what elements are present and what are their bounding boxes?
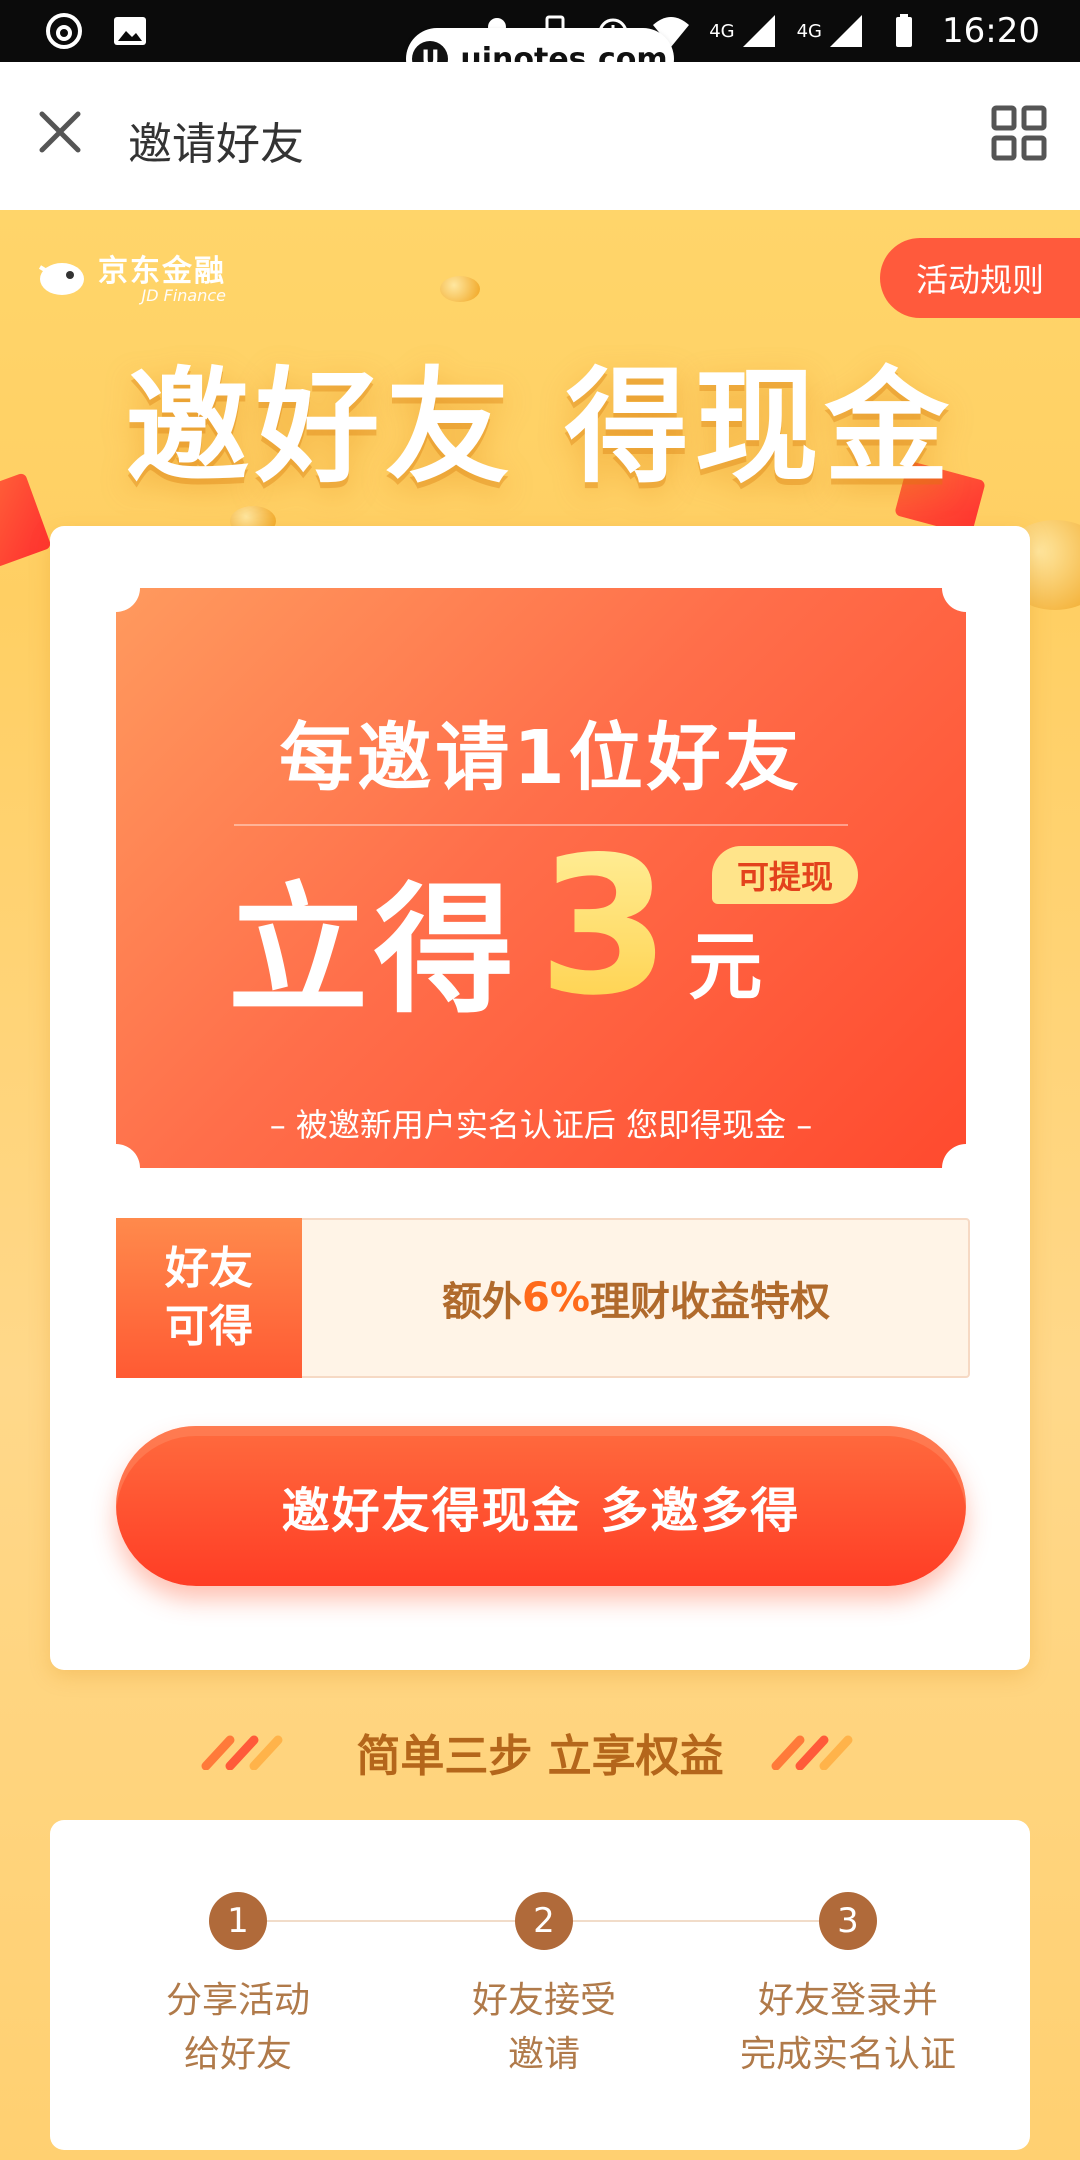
hero-section: 京东金融 JD Finance 活动规则 邀好友 得现金 每邀请1位好友 立得 …	[0, 210, 1080, 2160]
step-text: 好友接受 邀请	[394, 1974, 694, 2082]
ticket-notch	[92, 1144, 140, 1192]
reward-card: 每邀请1位好友 立得 3 元 可提现 – 被邀新用户实名认证后 您即得现金 – …	[50, 526, 1030, 1670]
step-text: 分享活动 给好友	[88, 1974, 388, 2082]
steps-title: 简单三步 立享权益	[356, 1731, 724, 1782]
brand-sub: JD Finance	[141, 286, 227, 305]
step-line1: 好友登录并	[757, 1980, 938, 2021]
step-number: 2	[515, 1892, 573, 1950]
step-line1: 好友接受	[471, 1980, 616, 2021]
ticket-notch	[942, 564, 990, 612]
network-label-1: 4G	[709, 20, 735, 42]
step-number: 1	[209, 1892, 267, 1950]
step-2: 2 好友接受 邀请	[394, 1892, 694, 2082]
reward-unit: 元	[688, 924, 763, 1010]
step-text: 好友登录并 完成实名认证	[698, 1974, 998, 2082]
jd-finance-logo: 京东金融 JD Finance	[36, 246, 226, 305]
hero-headline: 邀好友 得现金	[125, 356, 955, 500]
reward-line2: 立得 3 元	[228, 832, 763, 1033]
reward-ticket: 每邀请1位好友 立得 3 元 可提现 – 被邀新用户实名认证后 您即得现金 –	[92, 564, 990, 1192]
invite-button[interactable]: 邀好友得现金 多邀多得	[116, 1426, 966, 1586]
grid-icon[interactable]	[988, 102, 1050, 164]
slash-decoration-icon	[771, 1735, 853, 1770]
rules-button[interactable]: 活动规则	[880, 238, 1080, 318]
reward-instant: 立得	[228, 870, 521, 1033]
close-icon[interactable]	[30, 102, 90, 162]
ticket-notch	[942, 1144, 990, 1192]
step-1: 1 分享活动 给好友	[88, 1892, 388, 2082]
ticket-notch	[92, 564, 140, 612]
reward-amount: 3	[538, 816, 671, 1037]
step-line2: 完成实名认证	[739, 2034, 956, 2075]
netease-icon	[46, 13, 82, 49]
status-left	[44, 10, 150, 52]
benefit-text-after: 理财收益特权	[589, 1279, 830, 1325]
network-label-2: 4G	[796, 20, 823, 42]
step-3: 3 好友登录并 完成实名认证	[698, 1892, 998, 2082]
step-number: 3	[819, 1892, 877, 1950]
app-bar: 邀请好友	[0, 62, 1080, 210]
friend-benefit-tag: 好友 可得	[116, 1218, 302, 1378]
signal-icon	[830, 15, 863, 47]
reward-note: – 被邀新用户实名认证后 您即得现金 –	[269, 1106, 813, 1144]
friend-benefit: 好友 可得 额外 6% 理财收益特权	[116, 1218, 970, 1378]
signal-icon	[742, 15, 775, 47]
gallery-icon	[114, 17, 146, 45]
status-time: 16:20	[942, 11, 1040, 51]
benefit-text-before: 额外	[442, 1279, 523, 1325]
coin-decoration	[440, 276, 480, 302]
reward-line1: 每邀请1位好友	[279, 715, 803, 801]
steps-card: 1 分享活动 给好友 2 好友接受 邀请 3 好友登录并 完成实名认证	[50, 1820, 1030, 2150]
brand-name: 京东金融	[98, 254, 226, 289]
step-line2: 邀请	[507, 2034, 580, 2075]
withdrawable-badge: 可提现	[712, 846, 858, 904]
benefit-highlight: 6%	[522, 1275, 590, 1321]
page-title: 邀请好友	[128, 119, 304, 170]
step-line2: 给好友	[183, 2034, 292, 2075]
jd-dog-icon	[38, 262, 84, 295]
step-line1: 分享活动	[165, 1980, 310, 2021]
battery-icon	[896, 14, 913, 47]
friend-benefit-text: 额外 6% 理财收益特权	[304, 1220, 968, 1376]
